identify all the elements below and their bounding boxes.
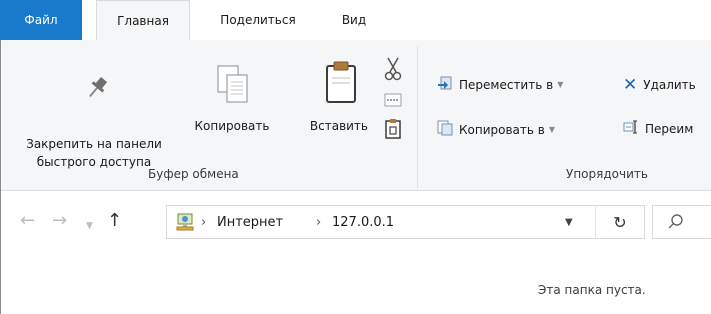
organize-group-label: Упорядочить xyxy=(566,167,648,181)
recent-locations-chevron-icon[interactable]: ▼ xyxy=(86,216,93,236)
clipboard-icon xyxy=(324,60,358,104)
rename-icon xyxy=(623,120,639,137)
group-separator xyxy=(417,46,418,188)
paste-button[interactable]: Вставить xyxy=(274,40,382,160)
cut-icon[interactable] xyxy=(384,56,402,86)
address-bar[interactable]: › Интернет › 127.0.0.1 ▼ xyxy=(166,205,645,239)
empty-folder-message: Эта папка пуста. xyxy=(538,283,646,297)
tab-file[interactable]: Файл xyxy=(0,0,82,40)
clipboard-group-label: Буфер обмена xyxy=(148,167,239,181)
breadcrumb-internet[interactable]: Интернет xyxy=(217,206,283,238)
search-icon xyxy=(667,213,685,235)
breadcrumb-host[interactable]: 127.0.0.1 xyxy=(332,206,394,238)
move-to-icon xyxy=(437,75,453,94)
copy-to-label: Копировать в xyxy=(459,122,545,137)
breadcrumb-separator-icon: › xyxy=(316,214,322,230)
ribbon-tab-bar: Файл Главная Поделиться Вид xyxy=(0,0,711,41)
refresh-icon[interactable]: ↻ xyxy=(595,205,645,239)
copy-path-icon[interactable] xyxy=(384,92,402,112)
file-list-area[interactable]: Эта папка пуста. xyxy=(0,263,711,314)
chevron-down-icon: ▼ xyxy=(557,80,564,89)
window-left-border xyxy=(0,40,1,314)
chevron-down-icon: ▼ xyxy=(548,125,555,134)
delete-label: Удалить xyxy=(643,78,696,92)
address-dropdown-chevron-icon[interactable]: ▼ xyxy=(565,206,573,238)
pin-icon xyxy=(82,68,112,108)
tab-home[interactable]: Главная xyxy=(96,0,190,41)
rename-button[interactable]: Переим xyxy=(623,120,693,137)
copy-icon xyxy=(216,64,250,104)
search-input[interactable] xyxy=(652,205,711,239)
move-to-button[interactable]: Переместить в ▼ xyxy=(437,75,563,94)
up-arrow-icon[interactable]: ↑ xyxy=(107,211,122,231)
tab-share[interactable]: Поделиться xyxy=(197,0,319,40)
paste-shortcut-icon[interactable] xyxy=(384,118,402,144)
paste-label: Вставить xyxy=(309,119,368,133)
move-to-label: Переместить в xyxy=(459,77,554,92)
breadcrumb-separator-icon: › xyxy=(201,214,207,230)
pin-label-line1: Закрепить на панели xyxy=(26,137,162,151)
tab-view[interactable]: Вид xyxy=(325,0,383,40)
navigation-bar: ← → ▼ ↑ › Интернет › 127.0.0.1 ▼ ↻ xyxy=(0,191,711,263)
forward-arrow-icon[interactable]: → xyxy=(52,211,67,231)
copy-to-icon xyxy=(437,120,453,139)
rename-label: Переим xyxy=(645,121,694,136)
delete-button[interactable]: ✕ Удалить xyxy=(623,75,696,95)
back-arrow-icon[interactable]: ← xyxy=(20,211,35,231)
network-location-icon xyxy=(175,212,195,236)
copy-label: Копировать xyxy=(194,119,270,133)
copy-button[interactable]: Копировать xyxy=(190,40,274,160)
ribbon: Закрепить на панели быстрого доступа Коп… xyxy=(0,40,711,191)
copy-to-button[interactable]: Копировать в ▼ xyxy=(437,120,555,139)
delete-icon: ✕ xyxy=(623,75,638,95)
